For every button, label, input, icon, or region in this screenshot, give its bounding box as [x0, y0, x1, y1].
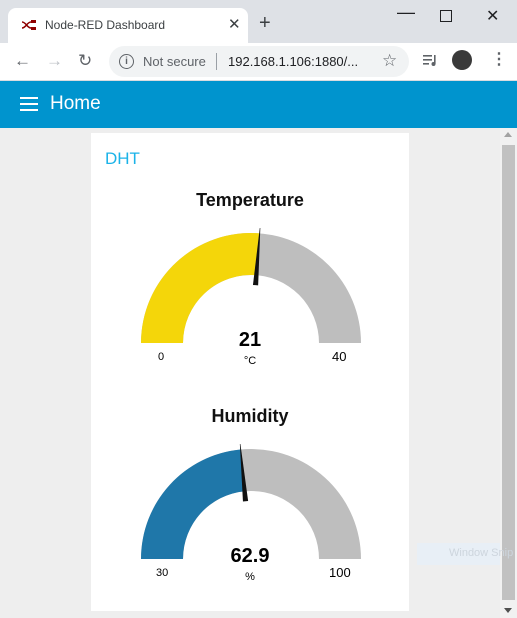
gauge-fill	[141, 233, 260, 343]
gauge-fill	[141, 449, 245, 559]
gauge-max-label: 100	[329, 565, 351, 580]
window-minimize-button[interactable]: —	[397, 2, 415, 23]
group-card: DHT Temperature 21 °C 0 40 Humidity 62.9…	[91, 133, 409, 611]
window-maximize-button[interactable]	[440, 10, 452, 22]
info-icon[interactable]: i	[119, 54, 134, 69]
page-title: Home	[50, 93, 101, 114]
scroll-up-arrow-icon[interactable]	[504, 132, 512, 137]
forward-arrow-icon[interactable]: →	[46, 51, 63, 71]
dashboard-header: Home	[0, 81, 517, 128]
gauge-max-label: 40	[332, 349, 347, 364]
browser-toolbar: ← → ↻ i Not secure 192.168.1.106:1880/..…	[0, 43, 517, 81]
tab-title: Node-RED Dashboard	[45, 18, 166, 32]
humidity-gauge: Humidity 62.9 % 30 100	[91, 406, 409, 606]
gauge-min-label: 30	[156, 567, 169, 579]
gauge-title: Temperature	[196, 190, 304, 210]
browser-tabstrip: Node-RED Dashboard ✕ + — ✕	[0, 0, 517, 43]
window-snip-text: Window Snip	[449, 547, 514, 559]
window-close-button[interactable]: ✕	[486, 6, 499, 26]
url-text[interactable]: 192.168.1.106:1880/...	[228, 54, 358, 69]
scroll-thumb[interactable]	[502, 145, 515, 600]
gauge-value: 62.9	[230, 545, 270, 567]
group-title: DHT	[105, 149, 140, 168]
security-status[interactable]: Not secure	[143, 54, 206, 69]
back-arrow-icon[interactable]: ←	[14, 51, 31, 71]
reload-icon[interactable]: ↻	[78, 51, 92, 71]
browser-tab[interactable]: Node-RED Dashboard ✕	[8, 8, 248, 43]
hamburger-menu-icon[interactable]	[20, 97, 38, 111]
temperature-gauge: Temperature 21 °C 0 40	[91, 190, 409, 390]
gauge-unit: %	[245, 571, 255, 583]
gauge-unit: °C	[243, 355, 257, 367]
browser-menu-icon[interactable]: ⋮	[491, 52, 507, 68]
node-red-favicon-icon	[21, 20, 36, 30]
scroll-down-arrow-icon[interactable]	[504, 608, 512, 613]
new-tab-button[interactable]: +	[259, 13, 271, 33]
gauge-title: Humidity	[211, 406, 289, 426]
media-queue-icon[interactable]	[423, 54, 437, 66]
bookmark-star-icon[interactable]: ☆	[382, 51, 397, 71]
address-bar[interactable]: i Not secure 192.168.1.106:1880/... ☆	[109, 46, 409, 77]
omnibox-divider	[216, 53, 217, 70]
tab-close-icon[interactable]: ✕	[228, 17, 241, 33]
page-scrollbar[interactable]	[500, 128, 517, 618]
gauge-value: 21	[238, 329, 262, 351]
gauge-min-label: 0	[158, 351, 165, 363]
profile-avatar[interactable]	[452, 50, 472, 70]
